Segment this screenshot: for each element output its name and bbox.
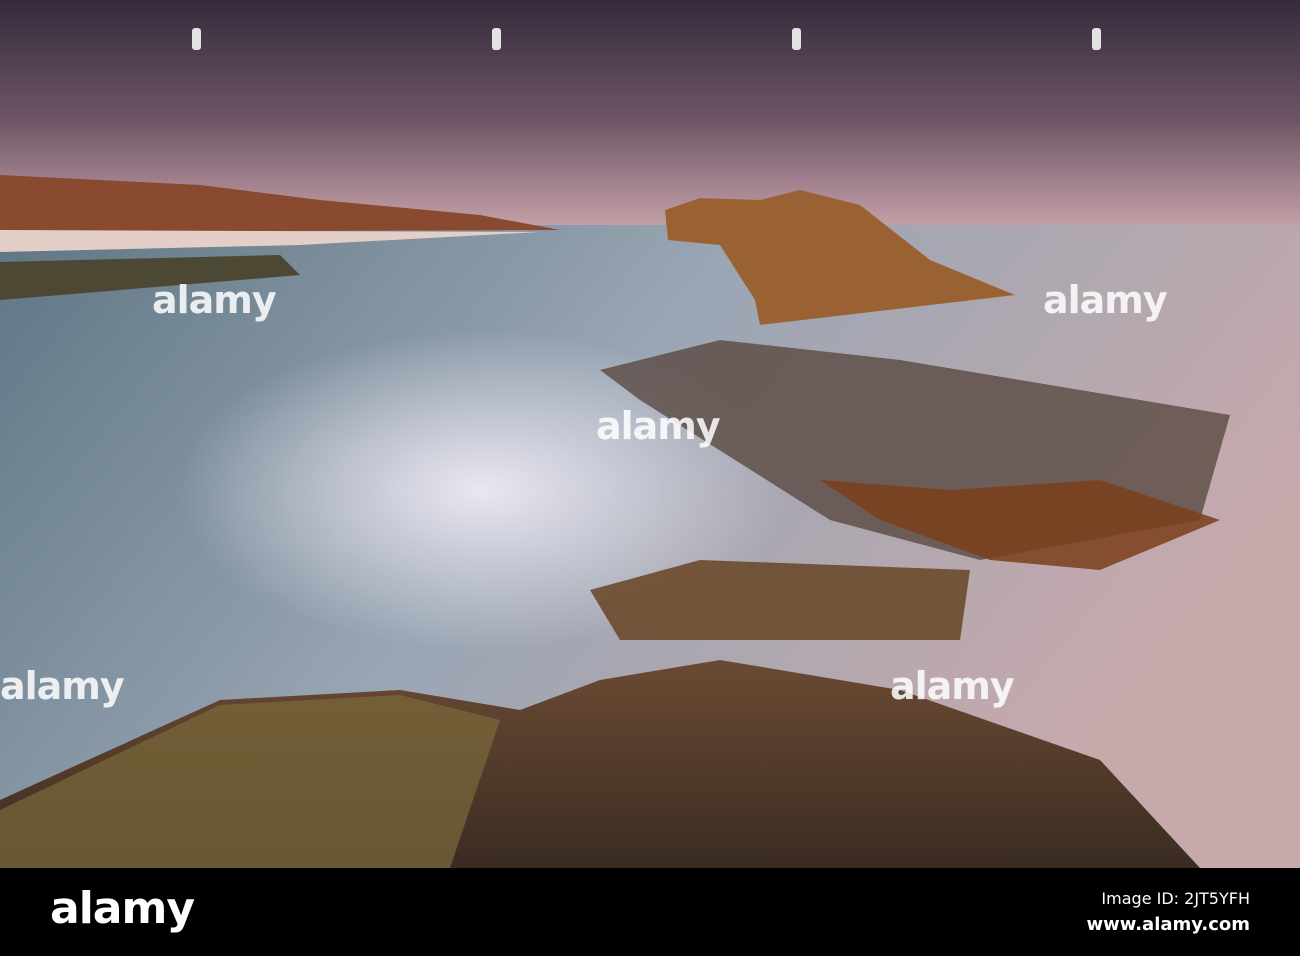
watermark-mark xyxy=(1092,28,1101,50)
image-id: Image ID: 2JT5YFH xyxy=(1101,889,1250,908)
watermark-mark xyxy=(192,28,201,50)
footer-bar xyxy=(0,868,1300,956)
watermark-mark xyxy=(492,28,501,50)
watermark: alamy xyxy=(0,664,125,708)
stock-photo-page: alamy alamy alamy alamy alamy alamy Imag… xyxy=(0,0,1300,956)
site-url[interactable]: www.alamy.com xyxy=(1086,914,1250,935)
watermark: alamy xyxy=(152,278,277,322)
watermark-mark xyxy=(792,28,801,50)
alamy-logo: alamy xyxy=(50,883,195,934)
watermark: alamy xyxy=(1043,278,1168,322)
watermark: alamy xyxy=(890,664,1015,708)
watermark: alamy xyxy=(596,404,721,448)
